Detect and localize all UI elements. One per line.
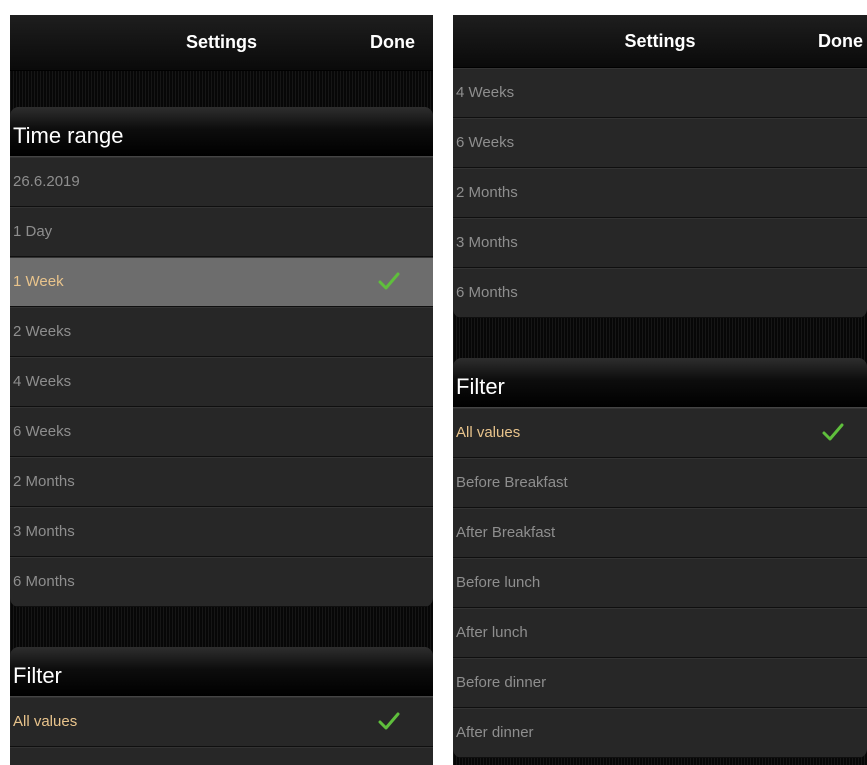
time-range-option-selected[interactable]: 1 Week: [10, 257, 433, 307]
time-range-header: Time range: [10, 107, 433, 157]
time-range-option-label: 1 Week: [13, 273, 64, 290]
time-range-option[interactable]: 6 Months: [10, 557, 433, 607]
settings-screen-left: Settings Done Time range 26.6.2019 1 Day…: [10, 15, 433, 765]
time-range-option[interactable]: 1 Day: [10, 207, 433, 257]
time-range-option[interactable]: 2 Months: [10, 457, 433, 507]
filter-header: Filter: [10, 647, 433, 697]
nav-bar: Settings Done: [10, 15, 433, 71]
time-range-group: Time range 26.6.2019 1 Day 1 Week 2 Week…: [10, 107, 433, 607]
date-row[interactable]: 26.6.2019: [10, 157, 433, 207]
filter-option[interactable]: Before dinner: [453, 658, 867, 708]
filter-option[interactable]: After lunch: [453, 608, 867, 658]
time-range-group: 4 Weeks 6 Weeks 2 Months 3 Months 6 Mont…: [453, 68, 867, 318]
filter-group: Filter All values Before Breakfast After…: [453, 358, 867, 758]
settings-list[interactable]: Time range 26.6.2019 1 Day 1 Week 2 Week…: [10, 71, 433, 765]
nav-title: Settings: [624, 31, 696, 51]
filter-option-label: All values: [13, 713, 78, 730]
filter-option-label: All values: [456, 424, 521, 441]
settings-list[interactable]: 4 Weeks 6 Weeks 2 Months 3 Months 6 Mont…: [453, 68, 867, 765]
done-button[interactable]: Done: [818, 15, 863, 67]
filter-group: Filter All values Before Breakfast: [10, 647, 433, 765]
checkmark-icon: [378, 272, 400, 290]
time-range-option[interactable]: 4 Weeks: [10, 357, 433, 407]
settings-screen-right: Settings Done 4 Weeks 6 Weeks 2 Months 3…: [453, 15, 867, 765]
time-range-option[interactable]: 4 Weeks: [453, 68, 867, 118]
checkmark-icon: [822, 423, 844, 441]
filter-option-selected[interactable]: All values: [10, 697, 433, 747]
filter-option-selected[interactable]: All values: [453, 408, 867, 458]
time-range-option[interactable]: 6 Weeks: [10, 407, 433, 457]
filter-option[interactable]: Before Breakfast: [453, 458, 867, 508]
filter-option[interactable]: After Breakfast: [453, 508, 867, 558]
done-button[interactable]: Done: [370, 15, 415, 70]
time-range-option[interactable]: 3 Months: [453, 218, 867, 268]
filter-option[interactable]: After dinner: [453, 708, 867, 758]
filter-header: Filter: [453, 358, 867, 408]
filter-option[interactable]: Before lunch: [453, 558, 867, 608]
time-range-option[interactable]: 6 Weeks: [453, 118, 867, 168]
time-range-option[interactable]: 2 Months: [453, 168, 867, 218]
filter-option[interactable]: Before Breakfast: [10, 747, 433, 765]
time-range-option[interactable]: 3 Months: [10, 507, 433, 557]
checkmark-icon: [378, 712, 400, 730]
time-range-option[interactable]: 2 Weeks: [10, 307, 433, 357]
time-range-option[interactable]: 6 Months: [453, 268, 867, 318]
nav-bar: Settings Done: [453, 15, 867, 68]
